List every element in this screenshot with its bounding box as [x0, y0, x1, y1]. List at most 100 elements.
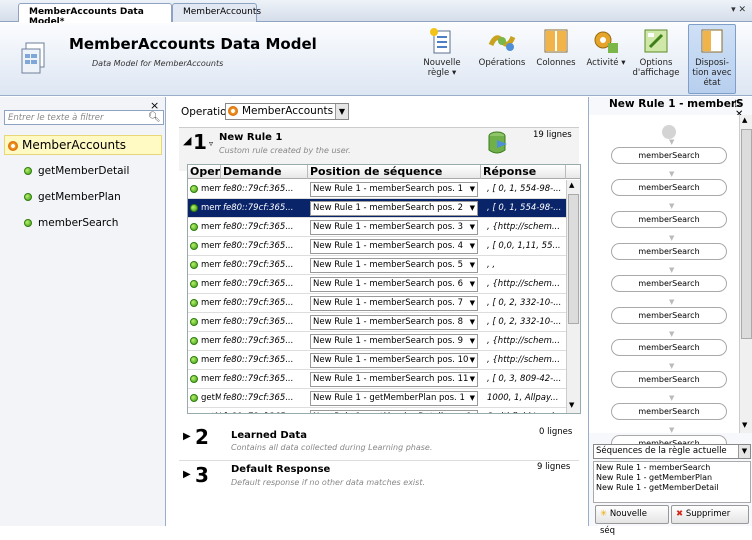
row-response[interactable]: , {http://schem... [481, 275, 566, 294]
chevron-down-icon[interactable]: ▼ [470, 354, 475, 367]
row-response[interactable]: , {http://schem... [481, 351, 566, 370]
list-item[interactable]: New Rule 1 - getMemberDetail [596, 483, 748, 493]
sequence-node[interactable]: memberSearch [611, 403, 727, 420]
sequence-node[interactable]: memberSearch [611, 211, 727, 228]
row-operation-cell[interactable]: memb [188, 180, 221, 199]
row-response[interactable]: 1000, 1, Allpay... [481, 389, 566, 408]
row-request[interactable]: fe80::79cf:365... [221, 275, 308, 294]
operations-button[interactable]: Opérations [474, 25, 530, 95]
sequence-node[interactable]: memberSearch [611, 307, 727, 324]
row-operation-cell[interactable]: getMe [188, 389, 221, 408]
rule-1-expander[interactable]: ▿ [209, 139, 213, 148]
chevron-down-icon[interactable]: ▼ [470, 373, 475, 386]
chevron-down-icon[interactable]: ▼ [470, 259, 475, 272]
chevron-down-icon[interactable]: ▼ [738, 445, 750, 458]
column-header-operation[interactable]: Operat [188, 165, 221, 179]
row-response[interactable]: Smithfield Lond... [481, 408, 566, 413]
collapse-icon[interactable]: ◢ [183, 134, 191, 147]
columns-button[interactable]: Colonnes [530, 25, 582, 95]
scroll-down-icon[interactable]: ▼ [742, 421, 747, 429]
row-sequence-select[interactable]: New Rule 1 - getMemberPlan pos. 1 ▼ [310, 391, 478, 406]
table-row[interactable]: membfe80::79cf:365...New Rule 1 - member… [188, 256, 566, 275]
chevron-down-icon[interactable]: ▼ [470, 411, 475, 413]
tree-item-get-member-detail[interactable]: getMemberDetail [24, 165, 129, 177]
filter-input[interactable]: Entrer le texte à filtrer [4, 110, 164, 125]
table-row[interactable]: membfe80::79cf:365...New Rule 1 - member… [188, 370, 566, 389]
chevron-down-icon[interactable]: ▼ [470, 335, 475, 348]
stateful-layout-button[interactable]: Disposi-tion avec état [688, 24, 736, 94]
scroll-down-icon[interactable]: ▼ [569, 401, 574, 409]
scroll-thumb[interactable] [568, 194, 579, 324]
row-response[interactable]: , {http://schem... [481, 332, 566, 351]
table-row[interactable]: membfe80::79cf:365...New Rule 1 - member… [188, 218, 566, 237]
new-sequence-button[interactable]: ✳ Nouvelle séq [595, 505, 669, 536]
row-sequence-select[interactable]: New Rule 1 - memberSearch pos. 7 ▼ [310, 296, 478, 311]
sequence-node[interactable]: memberSearch [611, 243, 727, 260]
sequence-node[interactable]: memberSearch [611, 147, 727, 164]
table-row[interactable]: membfe80::79cf:365...New Rule 1 - member… [188, 313, 566, 332]
row-request[interactable]: fe80::79cf:365... [221, 294, 308, 313]
row-request[interactable]: fe80::79cf:365... [221, 237, 308, 256]
new-rule-button[interactable]: Nouvelle règle ▾ [415, 25, 469, 95]
row-operation-cell[interactable]: memb [188, 256, 221, 275]
chevron-down-icon[interactable]: ▼ [335, 104, 348, 119]
table-row[interactable]: membfe80::79cf:365...New Rule 1 - member… [188, 275, 566, 294]
chevron-down-icon[interactable]: ▼ [470, 392, 475, 405]
row-operation-cell[interactable]: memb [188, 237, 221, 256]
table-row[interactable]: getMefe80::79cf:365...New Rule 1 - getMe… [188, 408, 566, 413]
view-options-button[interactable]: Options d'affichage [628, 25, 684, 95]
sequence-node[interactable]: memberSearch [611, 179, 727, 196]
row-sequence-select[interactable]: New Rule 1 - memberSearch pos. 9 ▼ [310, 334, 478, 349]
row-operation-cell[interactable]: memb [188, 313, 221, 332]
row-request[interactable]: fe80::79cf:365... [221, 332, 308, 351]
table-row[interactable]: membfe80::79cf:365...New Rule 1 - member… [188, 199, 566, 218]
list-item[interactable]: New Rule 1 - getMemberPlan [596, 473, 748, 483]
tab-data-model[interactable]: MemberAccounts Data Model* [18, 3, 172, 27]
row-request[interactable]: fe80::79cf:365... [221, 408, 308, 413]
row-response[interactable]: , [ 0, 2, 332-10-... [481, 294, 566, 313]
row-request[interactable]: fe80::79cf:365... [221, 313, 308, 332]
scroll-up-icon[interactable]: ▲ [742, 116, 747, 124]
tree-item-get-member-plan[interactable]: getMemberPlan [24, 191, 121, 203]
row-response[interactable]: , {http://schem... [481, 218, 566, 237]
row-sequence-select[interactable]: New Rule 1 - memberSearch pos. 8 ▼ [310, 315, 478, 330]
row-response[interactable]: , , [481, 256, 566, 275]
row-request[interactable]: fe80::79cf:365... [221, 256, 308, 275]
sequence-node[interactable]: memberSearch [611, 339, 727, 356]
row-operation-cell[interactable]: memb [188, 370, 221, 389]
row-request[interactable]: fe80::79cf:365... [221, 389, 308, 408]
row-sequence-select[interactable]: New Rule 1 - memberSearch pos. 5 ▼ [310, 258, 478, 273]
row-response[interactable]: , [ 0, 2, 332-10-... [481, 313, 566, 332]
chevron-down-icon[interactable]: ▼ [470, 278, 475, 291]
row-sequence-select[interactable]: New Rule 1 - memberSearch pos. 6 ▼ [310, 277, 478, 292]
scroll-thumb[interactable] [741, 129, 752, 339]
sequence-node[interactable]: memberSearch [611, 275, 727, 292]
table-scrollbar[interactable]: ▲ ▼ [566, 180, 580, 413]
row-sequence-select[interactable]: New Rule 1 - memberSearch pos. 3 ▼ [310, 220, 478, 235]
row-sequence-select[interactable]: New Rule 1 - getMemberDetail pos. 1▼ [310, 410, 478, 413]
row-operation-cell[interactable]: memb [188, 218, 221, 237]
chevron-down-icon[interactable]: ▼ [470, 316, 475, 329]
row-request[interactable]: fe80::79cf:365... [221, 199, 308, 218]
tab-controls[interactable]: ▾ ✕ [731, 5, 746, 15]
row-request[interactable]: fe80::79cf:365... [221, 180, 308, 199]
table-row[interactable]: membfe80::79cf:365...New Rule 1 - member… [188, 180, 566, 199]
chevron-down-icon[interactable]: ▼ [470, 202, 475, 215]
column-header-sequence[interactable]: Position de séquence [308, 165, 481, 179]
tree-item-member-search[interactable]: memberSearch [24, 217, 118, 229]
row-request[interactable]: fe80::79cf:365... [221, 351, 308, 370]
column-header-response[interactable]: Réponse [481, 165, 566, 179]
row-operation-cell[interactable]: memb [188, 332, 221, 351]
rule-3-header[interactable]: ▶ 3 Default Response Default response if… [179, 462, 579, 499]
expand-icon[interactable]: ▶ [183, 469, 191, 480]
row-request[interactable]: fe80::79cf:365... [221, 218, 308, 237]
sequence-filter-select[interactable]: Séquences de la règle actuelle ▼ [593, 444, 751, 459]
row-response[interactable]: , [ 0, 1, 554-98-... [481, 180, 566, 199]
tab-member-accounts[interactable]: MemberAccounts [172, 3, 261, 22]
sequence-node[interactable]: memberSearch [611, 371, 727, 388]
row-operation-cell[interactable]: memb [188, 275, 221, 294]
row-request[interactable]: fe80::79cf:365... [221, 370, 308, 389]
chevron-down-icon[interactable]: ▼ [470, 183, 475, 196]
database-icon[interactable] [487, 130, 509, 156]
table-row[interactable]: getMefe80::79cf:365...New Rule 1 - getMe… [188, 389, 566, 408]
